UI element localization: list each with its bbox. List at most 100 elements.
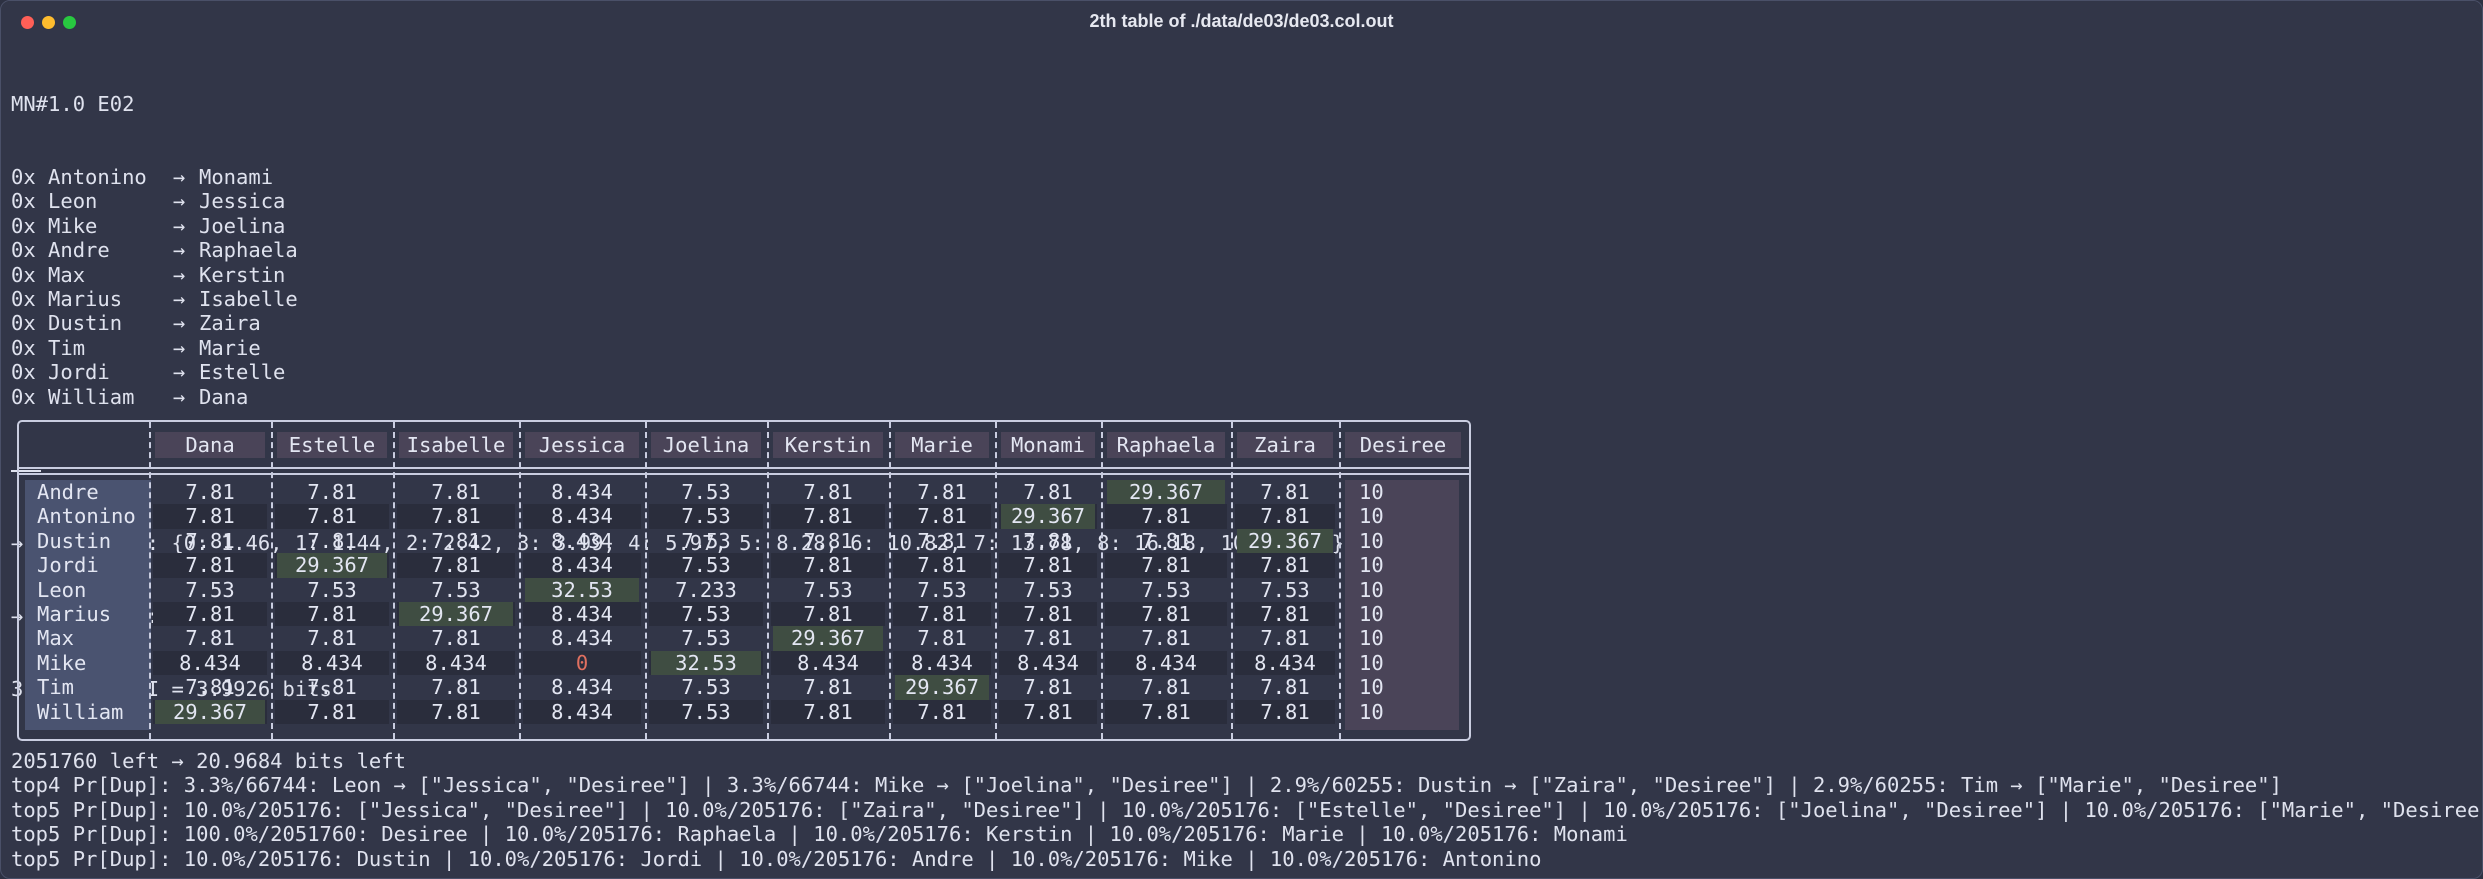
mapping-target: Dana [199,384,249,409]
table-cell: 8.434 [911,650,973,675]
table-cell: 7.81 [1023,553,1073,578]
row-name: Andre [37,480,99,504]
mapping-source: 0x Max [11,262,86,287]
table-cell: 7.53 [681,528,731,553]
table-cell: 10 [1359,577,1384,602]
table-cell: 10 [1359,602,1384,626]
arrow-icon: → [173,165,186,190]
mapping-row: 0x Marius → Isabelle [11,287,2482,311]
column-header: Isabelle [399,432,513,458]
mapping-source: 0x Marius [11,286,123,311]
mapping-list: 0x Antonino → Monami 0x Leon → Jessica 0x Mike… [11,165,2482,409]
table-cell: 8.434 [551,602,613,626]
table-cell: 8.434 [1254,650,1316,675]
table-cell: 7.53 [681,480,731,504]
table-cell: 7.53 [803,577,853,602]
table-cell: 10 [1359,675,1384,700]
table-cell: 7.53 [307,577,357,602]
row-name: Marius [37,602,112,626]
table-cell: 7.81 [803,528,853,553]
footer-output: 2051760 left → 20.9684 bits left top4 Pr[… [11,749,2483,871]
mapping-source: 0x Mike [11,213,98,238]
table-cell: 7.81 [1260,626,1310,651]
column-divider [271,422,273,739]
arrow-icon: → [173,360,186,385]
table-cell: 7.81 [917,553,967,578]
column-divider [1101,422,1103,739]
table-cell: 7.81 [1141,602,1191,626]
footer-line: 2051760 left → 20.9684 bits left [11,749,406,773]
column-header: Jessica [525,432,639,458]
table-cell: 32.53 [651,650,761,676]
table-cell: 10 [1359,528,1384,553]
column-header: Marie [895,432,989,458]
table-cell: 29.367 [155,699,265,724]
row-name: William [37,699,124,724]
table-cell: 7.81 [307,675,357,700]
mapping-target: Estelle [199,360,286,385]
arrow-icon: → [173,213,186,238]
row-name: Mike [37,650,87,675]
mapping-target: Kerstin [199,262,286,287]
table-cell: 8.434 [797,650,859,675]
column-header: Estelle [277,432,387,458]
arrow-icon: → [173,311,186,336]
table-cell: 29.367 [895,675,989,700]
table-cell: 10 [1359,553,1384,578]
title-bar: 2th table of ./data/de03/de03.col.out [1,1,2482,41]
table-cell: 7.81 [185,480,235,504]
table-cell: 7.81 [1260,675,1310,700]
table-cell: 7.81 [1023,602,1073,626]
arrow-icon: → [173,262,186,287]
table-cell: 7.81 [917,528,967,553]
mapping-source: 0x William [11,384,135,409]
table-cell: 7.81 [917,602,967,626]
mapping-target: Zaira [199,311,261,336]
table-cell: 7.81 [307,504,357,529]
table-cell: 7.53 [681,504,731,529]
table-cell: 7.81 [803,480,853,504]
column-divider [995,422,997,739]
mapping-target: Raphaela [199,238,298,263]
table-cell: 7.81 [1023,699,1073,724]
header-line: MN#1.0 E02 [11,91,135,116]
footer-line: top5 Pr[Dup]: 100.0%/2051760: Desiree | … [11,822,1628,847]
mapping-row: 0x Mike → Joelina [11,214,2482,238]
table-cell: 7.81 [1260,504,1310,529]
column-divider [519,422,521,739]
probability-table: Dana Estelle Isabelle Jessica Joelina Kerstin… [17,420,1471,741]
mapping-source: 0x Dustin [11,311,123,336]
table-cell: 10 [1359,626,1384,651]
column-header: Zaira [1237,432,1333,458]
table-cell: 7.81 [185,626,235,651]
table-cell: 7.81 [431,504,481,529]
table-cell: 29.367 [399,602,513,627]
mapping-target: Monami [199,165,274,190]
terminal-window: 2th table of ./data/de03/de03.col.out MN… [0,0,2483,879]
table-cell: 7.53 [1141,577,1191,602]
table-cell: 8.434 [425,650,487,675]
table-cell: 7.233 [675,577,737,602]
table-cell: 8.434 [179,650,241,675]
mapping-row: 0x Jordi → Estelle [11,360,2482,384]
column-header: Kerstin [773,432,883,458]
mapping-target: Jessica [199,189,286,214]
table-cell: 0 [575,650,589,675]
mapping-source: 0x Jordi [11,360,110,385]
table-cell: 7.53 [1023,577,1073,602]
footer-line: top5 Pr[Dup]: 10.0%/205176: ["Jessica", … [11,797,2483,822]
table-cell: 7.81 [1141,528,1191,553]
mapping-row: 0x Max → Kerstin [11,263,2482,287]
column-divider [645,422,647,739]
table-cell: 7.81 [917,699,967,724]
table-cell: 7.81 [185,602,235,626]
table-cell: 7.81 [307,602,357,626]
table-cell: 29.367 [277,553,387,578]
table-cell: 7.53 [681,675,731,700]
mapping-target: Joelina [199,213,286,238]
table-cell: 29.367 [1107,480,1225,505]
table-cell: 29.367 [1001,504,1095,529]
mapping-source: 0x Antonino [11,165,147,190]
table-cell: 7.53 [431,577,481,602]
table-cell: 7.81 [307,626,357,651]
